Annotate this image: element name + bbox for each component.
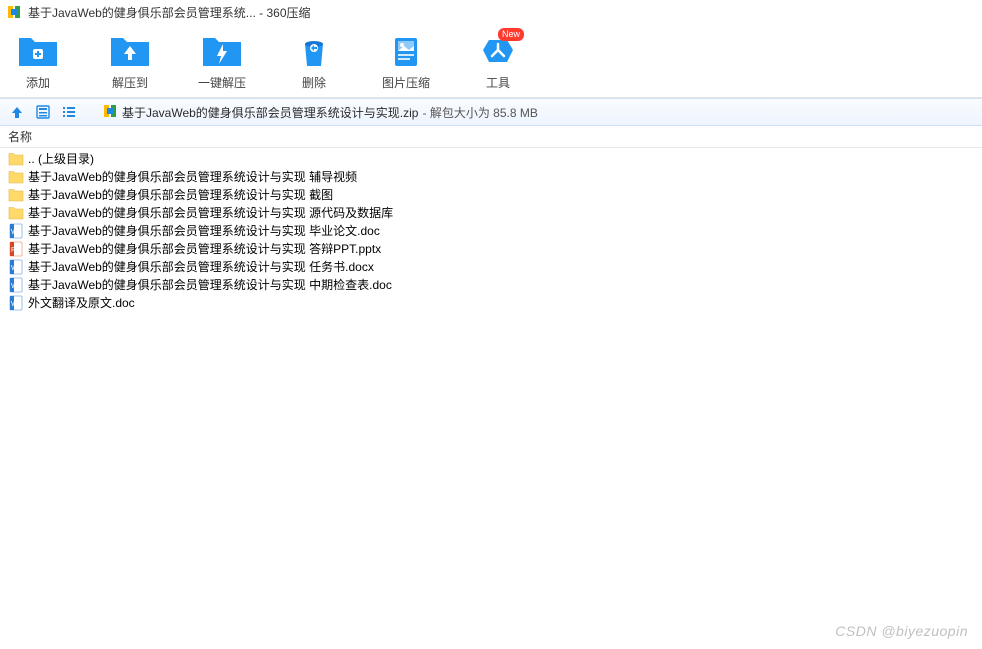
titlebar: 基于JavaWeb的健身俱乐部会员管理系统... - 360压缩 [0,0,982,24]
svg-text:W: W [11,265,18,272]
folder-icon [8,187,24,203]
image-compress-label: 图片压缩 [382,74,430,91]
file-row[interactable]: 基于JavaWeb的健身俱乐部会员管理系统设计与实现 截图 [8,186,974,204]
file-name: 基于JavaWeb的健身俱乐部会员管理系统设计与实现 截图 [28,186,333,204]
doc-icon: W [8,223,24,239]
svg-text:P: P [11,247,16,254]
file-name: 外文翻译及原文.doc [28,294,135,312]
archive-icon [102,103,118,122]
file-name: 基于JavaWeb的健身俱乐部会员管理系统设计与实现 辅导视频 [28,168,357,186]
file-name: 基于JavaWeb的健身俱乐部会员管理系统设计与实现 源代码及数据库 [28,204,393,222]
delete-icon [293,34,335,68]
archive-size: - 解包大小为 85.8 MB [422,104,537,121]
path-display[interactable]: 基于JavaWeb的健身俱乐部会员管理系统设计与实现.zip - 解包大小为 8… [102,103,538,122]
file-row[interactable]: W 基于JavaWeb的健身俱乐部会员管理系统设计与实现 中期检查表.doc [8,276,974,294]
extract-to-button[interactable]: 解压到 [100,34,160,91]
folder-icon [8,205,24,221]
image-compress-icon [385,34,427,68]
doc-icon: W [8,277,24,293]
toolbar: 添加 解压到 一键解压 删除 [0,24,982,98]
view-detail-icon[interactable] [34,103,52,121]
file-row[interactable]: W 外文翻译及原文.doc [8,294,974,312]
file-name: 基于JavaWeb的健身俱乐部会员管理系统设计与实现 任务书.docx [28,258,374,276]
delete-label: 删除 [302,74,326,91]
file-row[interactable]: .. (上级目录) [8,150,974,168]
ppt-icon: P [8,241,24,257]
image-compress-button[interactable]: 图片压缩 [376,34,436,91]
file-name: 基于JavaWeb的健身俱乐部会员管理系统设计与实现 答辩PPT.pptx [28,240,381,258]
tools-label: 工具 [486,74,510,91]
extract-label: 解压到 [112,74,148,91]
file-row[interactable]: 基于JavaWeb的健身俱乐部会员管理系统设计与实现 源代码及数据库 [8,204,974,222]
tools-button[interactable]: New 工具 [468,34,528,91]
add-button[interactable]: 添加 [8,34,68,91]
file-name: 基于JavaWeb的健身俱乐部会员管理系统设计与实现 中期检查表.doc [28,276,392,294]
view-list-icon[interactable] [60,103,78,121]
up-arrow-icon[interactable] [8,103,26,121]
watermark: CSDN @biyezuopin [835,623,968,639]
app-icon [6,4,22,20]
file-name: .. (上级目录) [28,150,94,168]
add-icon [17,34,59,68]
one-click-extract-button[interactable]: 一键解压 [192,34,252,91]
file-row[interactable]: W 基于JavaWeb的健身俱乐部会员管理系统设计与实现 任务书.docx [8,258,974,276]
svg-text:W: W [11,301,18,308]
folder-up-icon [8,151,24,167]
add-label: 添加 [26,74,50,91]
window-title: 基于JavaWeb的健身俱乐部会员管理系统... - 360压缩 [28,4,311,21]
new-badge: New [498,28,524,41]
doc-icon: W [8,259,24,275]
extract-icon [109,34,151,68]
folder-icon [8,169,24,185]
svg-text:W: W [11,229,18,236]
file-row[interactable]: 基于JavaWeb的健身俱乐部会员管理系统设计与实现 辅导视频 [8,168,974,186]
file-name: 基于JavaWeb的健身俱乐部会员管理系统设计与实现 毕业论文.doc [28,222,380,240]
one-click-label: 一键解压 [198,74,246,91]
file-row[interactable]: P 基于JavaWeb的健身俱乐部会员管理系统设计与实现 答辩PPT.pptx [8,240,974,258]
doc-icon: W [8,295,24,311]
file-list: .. (上级目录)基于JavaWeb的健身俱乐部会员管理系统设计与实现 辅导视频… [0,148,982,314]
column-name: 名称 [8,128,32,145]
column-header[interactable]: 名称 [0,126,982,148]
file-row[interactable]: W 基于JavaWeb的健身俱乐部会员管理系统设计与实现 毕业论文.doc [8,222,974,240]
archive-name: 基于JavaWeb的健身俱乐部会员管理系统设计与实现.zip [122,104,418,121]
pathbar: 基于JavaWeb的健身俱乐部会员管理系统设计与实现.zip - 解包大小为 8… [0,98,982,126]
delete-button[interactable]: 删除 [284,34,344,91]
svg-text:W: W [11,283,18,290]
one-click-icon [201,34,243,68]
